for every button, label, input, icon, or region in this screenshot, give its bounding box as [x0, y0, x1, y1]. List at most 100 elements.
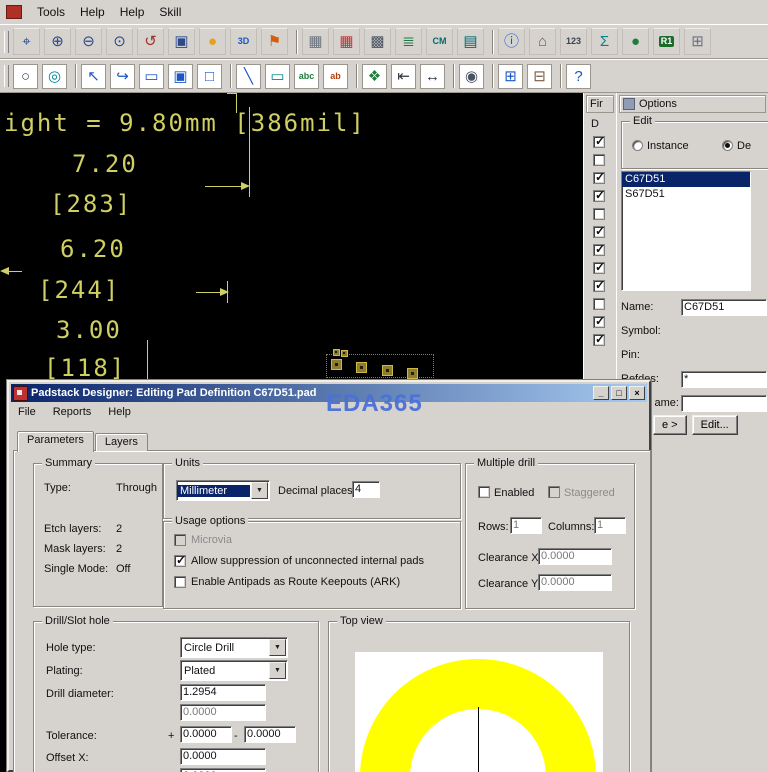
machine-icon[interactable]: ⊞ — [684, 28, 711, 55]
pcb-pad[interactable] — [341, 350, 348, 357]
zoom-out-icon[interactable]: ⊖ — [75, 28, 102, 55]
padstack-list-item[interactable]: C67D51 — [622, 172, 750, 187]
zoom-in-icon[interactable]: ⊕ — [44, 28, 71, 55]
columns-input[interactable]: 1 — [594, 517, 626, 534]
sigma-icon[interactable]: Σ — [591, 28, 618, 55]
find-filter-checkbox-10[interactable] — [593, 314, 605, 328]
add-line-icon[interactable]: ╲ — [236, 63, 261, 89]
disc-tool-icon[interactable]: ◎ — [42, 63, 67, 89]
camera-icon[interactable]: ◉ — [459, 63, 484, 89]
options-button-1[interactable]: Edit... — [691, 415, 738, 435]
find-panel-header[interactable]: Fir — [586, 95, 614, 113]
cm-icon[interactable]: CM — [426, 28, 453, 55]
cascade-windows-icon[interactable]: ⊟ — [527, 63, 552, 89]
find-filter-checkbox-11[interactable] — [593, 332, 605, 346]
constraint-manager-icon[interactable]: ▤ — [457, 28, 484, 55]
flip-design-icon[interactable]: ⚑ — [261, 28, 288, 55]
help-icon[interactable]: ? — [566, 63, 591, 89]
measure-icon[interactable]: 123 — [560, 28, 587, 55]
dropdown-arrow-icon[interactable]: ▼ — [269, 662, 286, 679]
tolerance-minus-input[interactable]: 0.0000 — [244, 726, 296, 743]
tab-parameters[interactable]: Parameters — [17, 431, 94, 452]
new-window-icon[interactable]: ⊞ — [498, 63, 523, 89]
window-select-icon[interactable]: □ — [197, 63, 222, 89]
hole-type-combo[interactable]: Circle Drill ▼ — [180, 637, 288, 658]
rect-select-icon[interactable]: ▭ — [139, 63, 164, 89]
toolbar-grip[interactable] — [4, 65, 9, 87]
add-text-icon[interactable]: abc — [294, 63, 319, 89]
dialog-menu-reports[interactable]: Reports — [53, 406, 92, 418]
menu-item-skill-3[interactable]: Skill — [159, 5, 181, 19]
options-panel-header[interactable]: Options — [619, 95, 766, 113]
dialog-menu-file[interactable]: File — [18, 406, 36, 418]
drill-diameter-input[interactable]: 1.2954 — [180, 684, 266, 701]
3d-view-icon[interactable]: 3D — [230, 28, 257, 55]
menu-item-help-1[interactable]: Help — [80, 5, 105, 19]
options-field-input[interactable] — [681, 394, 767, 412]
pcb-pad[interactable] — [333, 349, 340, 356]
units-combo[interactable]: Millimeter ▼ — [176, 480, 270, 501]
maximize-button[interactable]: □ — [611, 386, 627, 400]
add-rect-icon[interactable]: ▭ — [265, 63, 290, 89]
enabled-checkbox[interactable] — [478, 486, 490, 498]
find-filter-checkbox-6[interactable] — [593, 242, 605, 256]
layer-visibility-icon[interactable]: ≣ — [395, 28, 422, 55]
pcb-pad[interactable] — [407, 368, 418, 379]
rows-input[interactable]: 1 — [510, 517, 542, 534]
dropdown-arrow-icon[interactable]: ▼ — [269, 639, 286, 656]
info-icon[interactable]: ⓘ — [498, 28, 525, 55]
decimal-places-input[interactable]: 4 — [352, 481, 380, 498]
find-filter-checkbox-4[interactable] — [593, 208, 605, 220]
instance-radio[interactable] — [632, 140, 643, 151]
status-icon[interactable]: ⌂ — [529, 28, 556, 55]
find-filter-checkbox-2[interactable] — [593, 170, 605, 184]
find-filter-checkbox-3[interactable] — [593, 188, 605, 202]
find-filter-checkbox-7[interactable] — [593, 260, 605, 274]
grid-toggle-icon[interactable]: ▦ — [302, 28, 329, 55]
redraw-icon[interactable]: ↺ — [137, 28, 164, 55]
toolbar-grip[interactable] — [4, 30, 9, 53]
options-field-input[interactable]: * — [681, 370, 767, 388]
component-icon[interactable]: ❖ — [362, 63, 387, 89]
options-field-input[interactable]: C67D51 — [681, 298, 767, 316]
find-filter-checkbox-8[interactable] — [593, 278, 605, 292]
shadow-grid-icon[interactable]: ▩ — [364, 28, 391, 55]
select-cursor-icon[interactable]: ↖ — [81, 63, 106, 89]
tolerance-plus-input[interactable]: 0.0000 — [180, 726, 232, 743]
zoom-fit-icon[interactable]: ⌖ — [13, 28, 40, 55]
plating-combo[interactable]: Plated ▼ — [180, 660, 288, 681]
highlight-tool-icon[interactable]: ▣ — [168, 63, 193, 89]
dimension-left-icon[interactable]: ⇤ — [391, 63, 416, 89]
close-button[interactable]: × — [629, 386, 645, 400]
usage-checkbox-1[interactable] — [174, 553, 186, 567]
zoom-previous-icon[interactable]: ⊙ — [106, 28, 133, 55]
menu-item-help-2[interactable]: Help — [120, 5, 145, 19]
pcb-pad[interactable] — [382, 365, 393, 376]
drill-diameter-secondary-input[interactable]: 0.0000 — [180, 704, 266, 721]
zoom-window-icon[interactable]: ▣ — [168, 28, 195, 55]
definition-radio[interactable] — [722, 140, 733, 151]
offset-y-input[interactable]: 0.0000 — [180, 768, 266, 772]
dropdown-arrow-icon[interactable]: ▼ — [251, 482, 268, 499]
find-filter-checkbox-5[interactable] — [593, 224, 605, 238]
web-icon[interactable]: ● — [622, 28, 649, 55]
shadow-mode-icon[interactable]: ● — [199, 28, 226, 55]
staggered-checkbox[interactable] — [548, 486, 560, 498]
padstack-list-item[interactable]: S67D51 — [622, 187, 750, 202]
usage-checkbox-0[interactable] — [174, 534, 186, 546]
edit-text-icon[interactable]: ab — [323, 63, 348, 89]
pcb-pad[interactable] — [331, 359, 342, 370]
menu-item-tools-0[interactable]: Tools — [37, 5, 65, 19]
minimize-button[interactable]: _ — [593, 386, 609, 400]
clearance-x-input[interactable]: 0.0000 — [538, 548, 612, 565]
tab-layers[interactable]: Layers — [94, 433, 148, 451]
dimension-linear-icon[interactable]: ↔ — [420, 63, 445, 89]
find-filter-checkbox-1[interactable] — [593, 154, 605, 166]
find-filter-checkbox-0[interactable] — [593, 134, 605, 148]
usage-checkbox-2[interactable] — [174, 576, 186, 588]
find-filter-checkbox-9[interactable] — [593, 298, 605, 310]
padstack-list[interactable]: C67D51 S67D51 — [621, 171, 751, 291]
offset-x-input[interactable]: 0.0000 — [180, 748, 266, 765]
options-button-0[interactable]: e > — [653, 415, 687, 435]
dialog-menu-help[interactable]: Help — [108, 406, 131, 418]
